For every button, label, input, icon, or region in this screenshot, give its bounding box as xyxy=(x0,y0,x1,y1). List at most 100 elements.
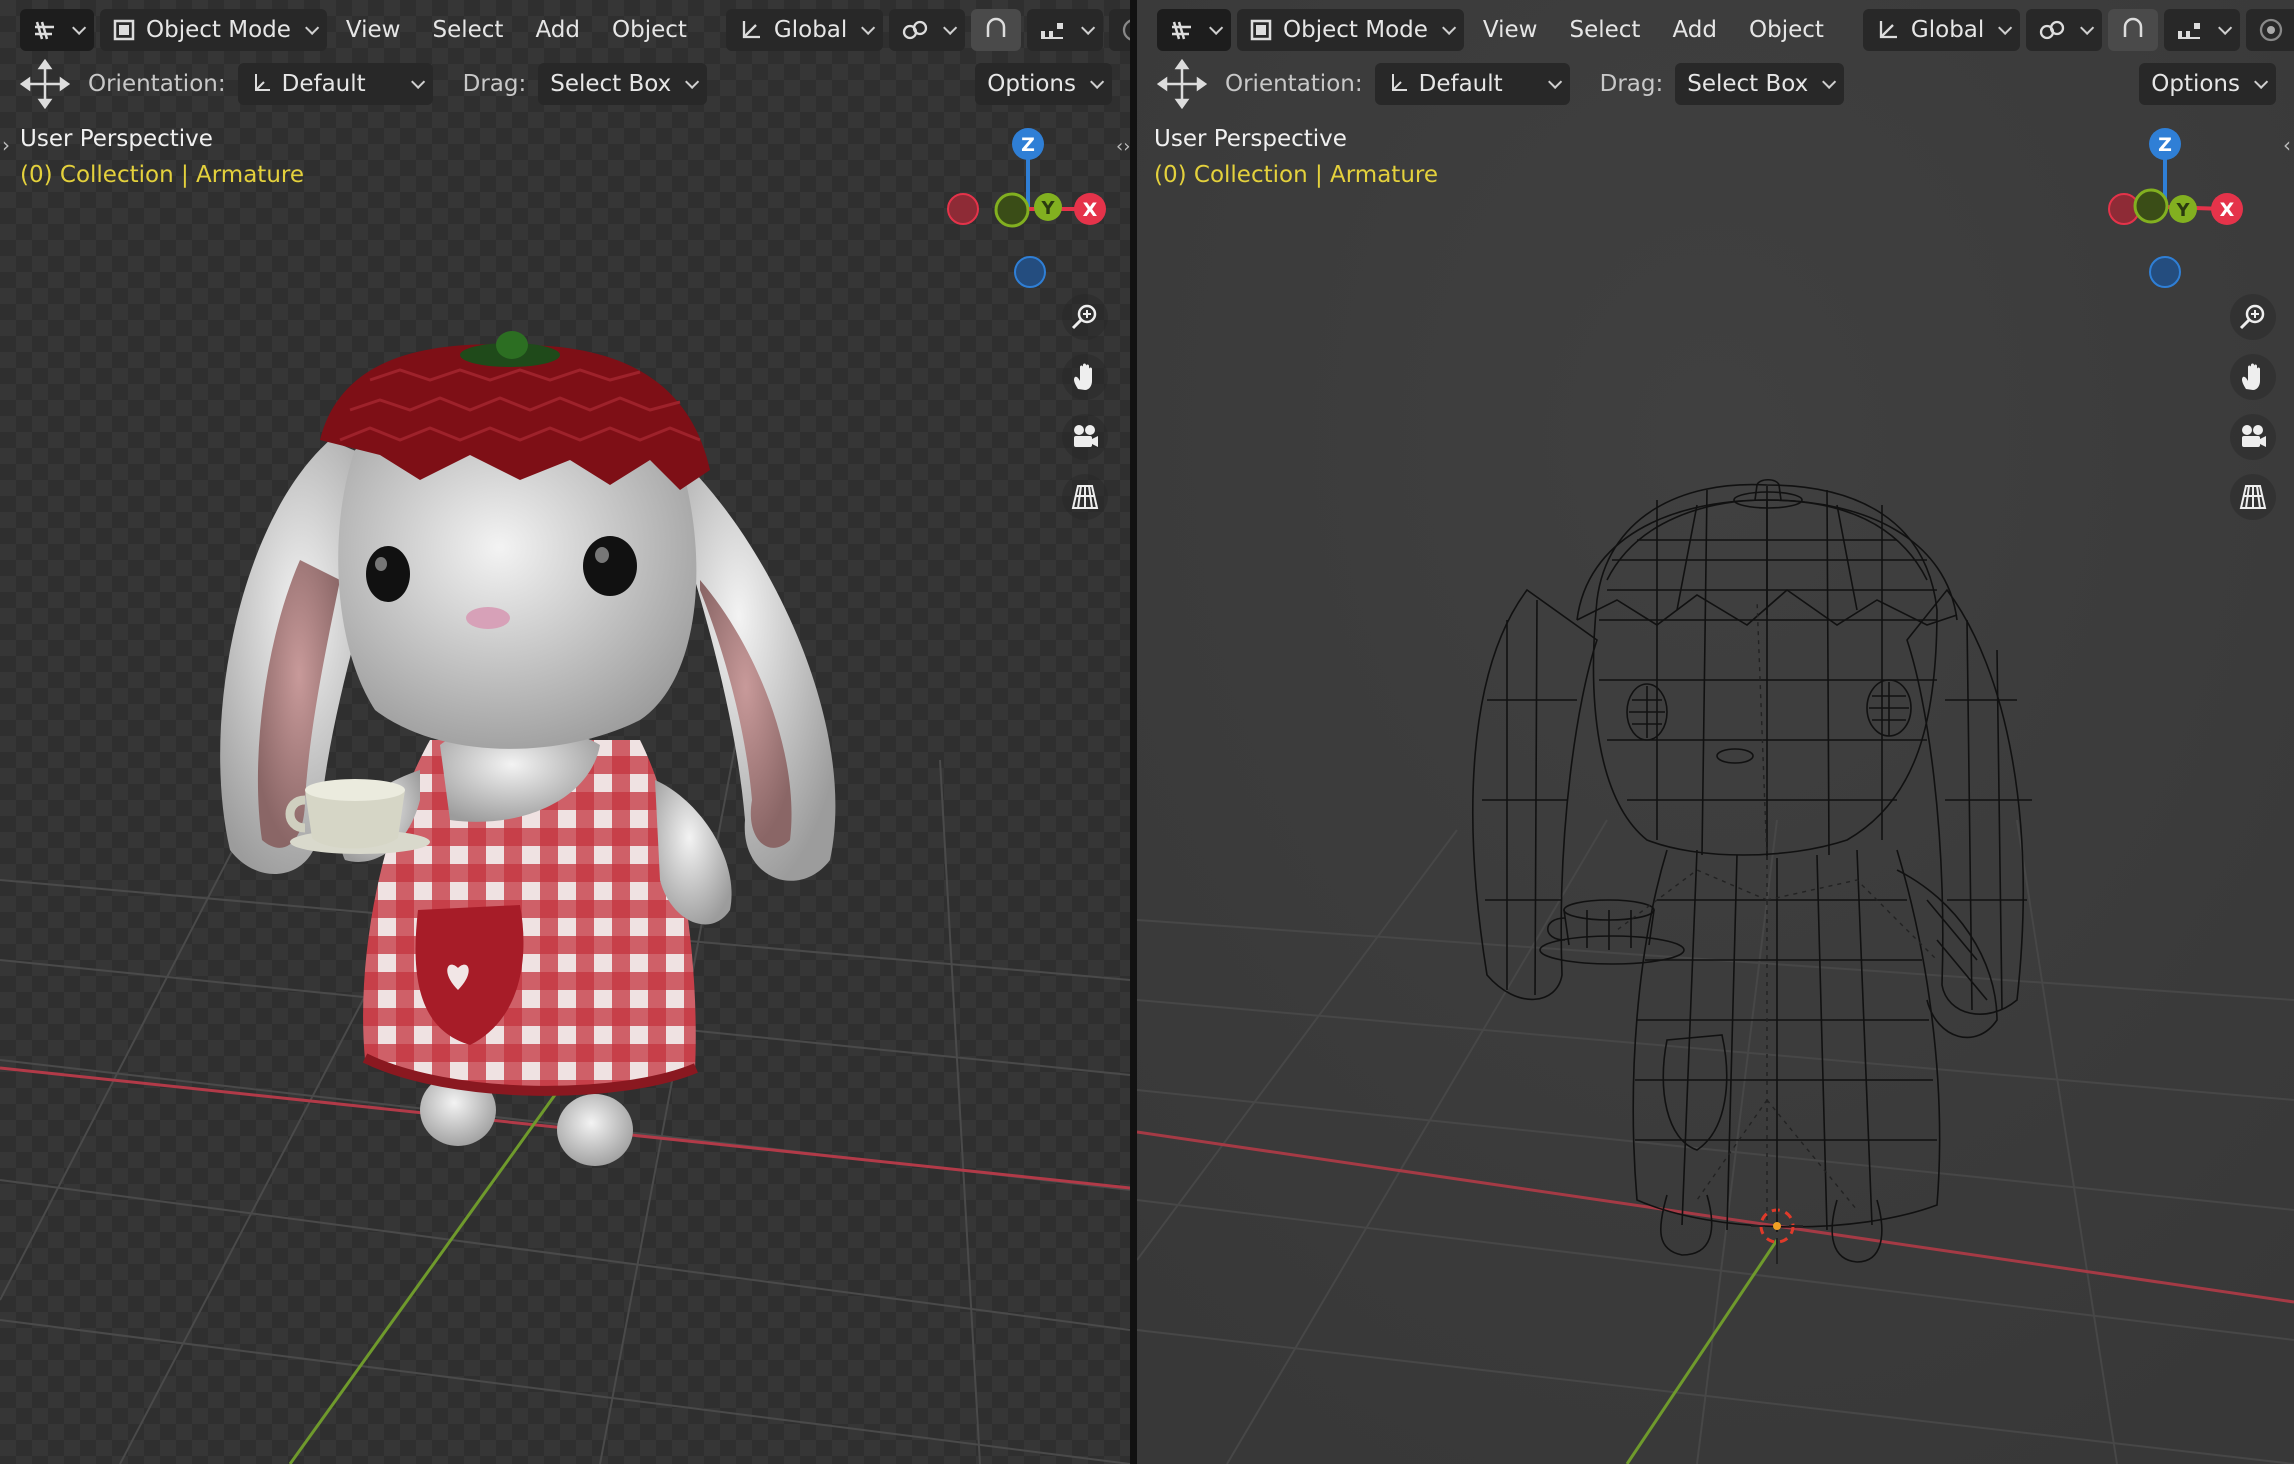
tool-settings-bar: Orientation: Default Drag: Select Box Op… xyxy=(0,54,1130,114)
menu-view[interactable]: View xyxy=(1470,9,1551,51)
options-dropdown[interactable]: Options xyxy=(975,63,1112,105)
move-tool-icon[interactable] xyxy=(1157,59,1207,109)
options-dropdown[interactable]: Options xyxy=(2139,63,2276,105)
navigation-gizmo[interactable]: Y Z X xyxy=(940,122,1120,292)
neg-y-axis-handle xyxy=(2133,188,2169,224)
snap-icon xyxy=(2120,17,2146,43)
active-collection-label: (0) Collection | Armature xyxy=(1154,162,1439,188)
chevron-down-icon xyxy=(1547,74,1562,89)
orientation-value: Default xyxy=(281,71,366,97)
camera-view-icon[interactable] xyxy=(2230,414,2276,460)
options-label: Options xyxy=(987,71,1076,97)
snap-target-dropdown[interactable] xyxy=(1027,9,1104,51)
zoom-icon[interactable] xyxy=(1062,294,1108,340)
pan-hand-icon[interactable] xyxy=(1062,354,1108,400)
pivot-link-icon xyxy=(2038,17,2066,43)
viewport-right[interactable]: Object Mode View Select Add Object Globa… xyxy=(1137,0,2294,1464)
perspective-toggle-icon[interactable] xyxy=(1062,474,1108,520)
pan-hand-icon[interactable] xyxy=(2230,354,2276,400)
editor-type-dropdown[interactable] xyxy=(1157,9,1231,51)
gizmo-z-label: Z xyxy=(2158,134,2172,156)
mode-dropdown[interactable]: Object Mode xyxy=(100,9,327,51)
orientation-value: Default xyxy=(1418,71,1503,97)
neg-y-axis-handle xyxy=(994,192,1030,228)
snap-toggle[interactable] xyxy=(2108,9,2159,51)
viewport-left[interactable]: Object Mode View Select Add Object Globa… xyxy=(0,0,1130,1464)
chevron-down-icon xyxy=(1081,20,1096,35)
area-divider[interactable] xyxy=(1130,0,1137,1464)
menu-object[interactable]: Object xyxy=(1736,9,1837,51)
menu-add[interactable]: Add xyxy=(1659,9,1730,51)
chevron-down-icon xyxy=(2080,20,2095,35)
chevron-down-icon xyxy=(2218,20,2233,35)
mode-label: Object Mode xyxy=(146,17,291,43)
orientation-label: Orientation: xyxy=(1225,71,1363,97)
perspective-toggle-icon[interactable] xyxy=(2230,474,2276,520)
viewport-header: Object Mode View Select Add Object Globa… xyxy=(1137,0,2294,60)
proportional-edit-toggle[interactable] xyxy=(2246,9,2294,51)
chevron-down-icon xyxy=(861,20,876,35)
gizmo-y-label: Y xyxy=(2175,200,2190,221)
drag-value: Select Box xyxy=(550,71,672,97)
viewport-header: Object Mode View Select Add Object Globa… xyxy=(0,0,1130,60)
camera-view-icon[interactable] xyxy=(1062,414,1108,460)
chevron-down-icon xyxy=(72,20,87,35)
snap-target-dropdown[interactable] xyxy=(2164,9,2241,51)
menu-object[interactable]: Object xyxy=(599,9,700,51)
zoom-icon[interactable] xyxy=(2230,294,2276,340)
tool-settings-bar: Orientation: Default Drag: Select Box Op… xyxy=(1137,54,2294,114)
mode-dropdown[interactable]: Object Mode xyxy=(1237,9,1464,51)
gizmo-z-label: Z xyxy=(1021,134,1035,156)
drag-label: Drag: xyxy=(1599,71,1664,97)
region-collapse-icon[interactable]: ‹› xyxy=(1116,136,1130,157)
orientation-axes-icon xyxy=(1875,17,1901,43)
menu-select[interactable]: Select xyxy=(1556,9,1653,51)
snap-toggle[interactable] xyxy=(971,9,1022,51)
gizmo-x-label: X xyxy=(1083,199,1098,221)
neg-z-axis-handle xyxy=(2149,256,2181,288)
orientation-dropdown[interactable]: Default xyxy=(1374,63,1570,105)
chevron-down-icon xyxy=(1822,74,1837,89)
menu-view[interactable]: View xyxy=(333,9,414,51)
chevron-down-icon xyxy=(2254,74,2269,89)
chevron-down-icon xyxy=(1209,20,1224,35)
drag-label: Drag: xyxy=(462,71,527,97)
chevron-down-icon xyxy=(685,74,700,89)
sidebar-expand-icon[interactable]: ‹ xyxy=(2283,133,2291,157)
navigation-buttons xyxy=(2230,294,2276,520)
options-label: Options xyxy=(2151,71,2240,97)
active-collection-label: (0) Collection | Armature xyxy=(20,162,305,188)
menu-select[interactable]: Select xyxy=(419,9,516,51)
proportional-edit-icon xyxy=(2258,17,2284,43)
mode-label: Object Mode xyxy=(1283,17,1428,43)
neg-x-axis-handle xyxy=(947,193,979,225)
viewport-perspective-label: User Perspective xyxy=(1154,126,1347,152)
chevron-down-icon xyxy=(304,20,320,35)
orientation-axes-icon xyxy=(250,72,272,96)
viewport-editor-icon xyxy=(1169,17,1195,43)
pivot-point-dropdown[interactable] xyxy=(889,9,966,51)
chevron-down-icon xyxy=(410,74,425,89)
editor-type-dropdown[interactable] xyxy=(20,9,94,51)
viewport-perspective-label: User Perspective xyxy=(20,126,213,152)
pivot-point-dropdown[interactable] xyxy=(2026,9,2103,51)
transform-orientation-dropdown[interactable]: Global xyxy=(1862,9,2021,51)
chevron-down-icon xyxy=(1441,20,1457,35)
drag-dropdown[interactable]: Select Box xyxy=(538,63,708,105)
move-tool-icon[interactable] xyxy=(20,59,70,109)
drag-value: Select Box xyxy=(1687,71,1809,97)
neg-z-axis-handle xyxy=(1014,256,1046,288)
viewport-editor-icon xyxy=(32,17,58,43)
transform-orientation-dropdown[interactable]: Global xyxy=(725,9,884,51)
proportional-edit-toggle[interactable] xyxy=(1109,9,1130,51)
transform-orientation-label: Global xyxy=(773,17,848,43)
orientation-axes-icon xyxy=(738,17,764,43)
object-mode-icon xyxy=(1249,18,1273,42)
transform-orientation-label: Global xyxy=(1910,17,1985,43)
drag-dropdown[interactable]: Select Box xyxy=(1675,63,1845,105)
toolbar-expand-icon[interactable]: › xyxy=(2,133,10,157)
menu-add[interactable]: Add xyxy=(522,9,593,51)
proportional-edit-icon xyxy=(1121,17,1130,43)
orientation-dropdown[interactable]: Default xyxy=(237,63,433,105)
navigation-gizmo[interactable]: Y Z X xyxy=(2105,122,2285,292)
